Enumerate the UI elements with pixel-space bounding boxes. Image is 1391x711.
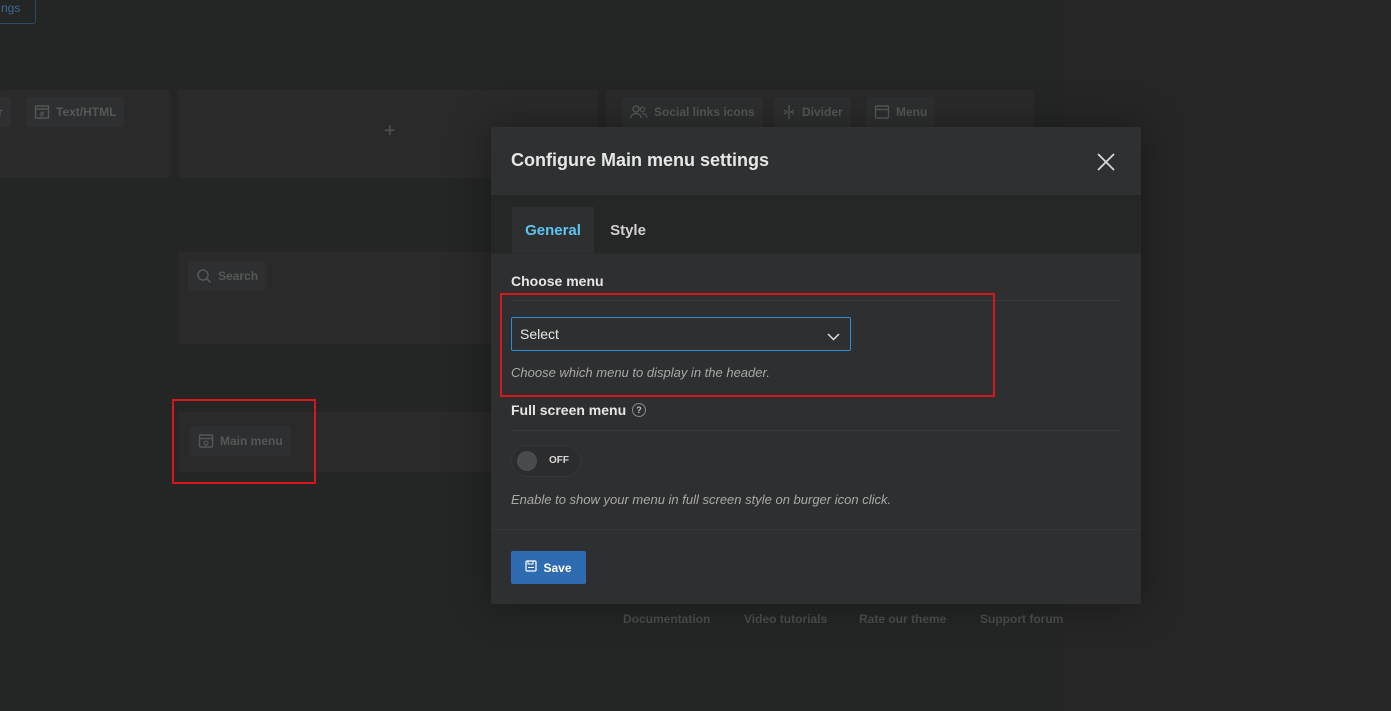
chip-text-html-label: Text/HTML [56, 105, 117, 119]
footer-link-rate-theme[interactable]: Rate our theme [859, 612, 946, 626]
tab-style[interactable]: Style [599, 207, 657, 253]
footer-link-support-forum[interactable]: Support forum [980, 612, 1063, 626]
settings-modal: Configure Main menu settings General Sty… [491, 127, 1141, 604]
menu-window-icon [874, 104, 890, 120]
chip-divider[interactable]: Divider [774, 97, 851, 127]
chip-main-menu[interactable]: Main menu [190, 426, 291, 456]
chip-divider-label: Divider [802, 105, 843, 119]
chip-left-fragment[interactable]: r [0, 97, 11, 127]
tab-general-label: General [525, 221, 581, 239]
choose-menu-help: Choose which menu to display in the head… [511, 365, 770, 380]
chip-main-menu-label: Main menu [220, 434, 283, 448]
tab-general[interactable]: General [512, 207, 594, 253]
add-element-button[interactable]: + [384, 121, 396, 141]
page: ngs r # Text/HTML + Social links icons D… [0, 0, 1391, 711]
chip-social-links-label: Social links icons [654, 105, 755, 119]
chip-search-label: Search [218, 269, 259, 283]
modal-header: Configure Main menu settings [491, 127, 1141, 195]
tab-bar: General Style [491, 195, 1141, 254]
toggle-knob [517, 451, 537, 471]
chip-left-fragment-label: r [0, 105, 3, 119]
footer-link-documentation[interactable]: Documentation [623, 612, 710, 626]
modal-title: Configure Main menu settings [511, 150, 770, 170]
full-screen-menu-label: Full screen menu [511, 402, 627, 418]
chip-social-links[interactable]: Social links icons [622, 97, 763, 127]
search-icon [196, 268, 212, 284]
choose-menu-select[interactable]: Select [511, 317, 851, 351]
modal-footer-divider [491, 529, 1141, 530]
chip-search[interactable]: Search [188, 261, 267, 291]
chip-text-html[interactable]: # Text/HTML [26, 97, 125, 127]
footer-link-video-tutorials[interactable]: Video tutorials [744, 612, 827, 626]
choose-menu-label: Choose menu [511, 273, 604, 289]
chip-menu[interactable]: Menu [866, 97, 936, 127]
divider-icon [782, 104, 796, 120]
users-icon [630, 104, 648, 120]
save-icon [525, 560, 538, 575]
svg-text:#: # [39, 111, 45, 119]
main-menu-icon [198, 433, 214, 449]
full-screen-menu-divider [511, 430, 1121, 431]
settings-link-fragment[interactable]: ngs [0, 0, 36, 24]
chevron-down-icon [827, 329, 840, 345]
help-question-icon[interactable]: ? [632, 403, 646, 417]
save-button-label: Save [543, 560, 572, 575]
text-html-icon: # [34, 104, 50, 120]
tab-style-label: Style [610, 221, 646, 239]
full-screen-menu-toggle[interactable]: OFF [511, 445, 581, 477]
choose-menu-divider [511, 300, 1121, 301]
choose-menu-select-value: Select [520, 326, 559, 342]
save-button[interactable]: Save [511, 551, 586, 584]
close-button[interactable] [1094, 150, 1118, 174]
chip-menu-label: Menu [896, 105, 928, 119]
settings-link-fragment-text: ngs [1, 1, 21, 15]
full-screen-menu-help: Enable to show your menu in full screen … [511, 492, 892, 507]
close-icon [1097, 153, 1115, 171]
toggle-state-text: OFF [549, 455, 569, 466]
